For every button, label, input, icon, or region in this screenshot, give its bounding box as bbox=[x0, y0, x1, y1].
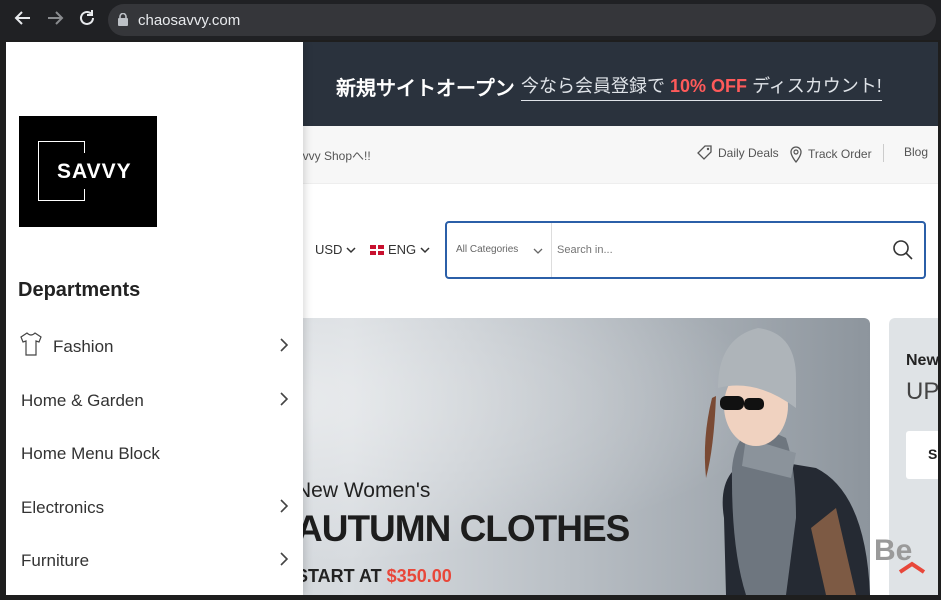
address-bar[interactable]: chaosavvy.com bbox=[108, 4, 936, 36]
page-viewport: 新規サイトオープン 今なら会員登録で 10% OFF ディスカウント! avvy… bbox=[6, 42, 938, 595]
category-select-label: All Categories bbox=[456, 244, 519, 255]
departments-drawer: SAVVY Departments Fashion Home & Garden … bbox=[6, 42, 303, 595]
menu-item-label: Electronics bbox=[21, 498, 105, 517]
menu-item-furniture[interactable]: Furniture bbox=[6, 541, 303, 581]
logo-frame-tick-top bbox=[84, 141, 85, 153]
url-text: chaosavvy.com bbox=[138, 12, 241, 29]
chevron-right-icon bbox=[280, 499, 289, 513]
chevron-down-icon bbox=[420, 246, 430, 253]
search-icon[interactable] bbox=[892, 239, 914, 261]
lock-icon bbox=[118, 13, 128, 26]
browser-toolbar: chaosavvy.com bbox=[0, 0, 941, 40]
track-order-link[interactable]: Track Order bbox=[789, 145, 872, 163]
currency-selector[interactable]: USD bbox=[315, 242, 356, 257]
departments-title: Departments bbox=[18, 279, 141, 301]
menu-item-label: Home Menu Block bbox=[21, 444, 160, 463]
savvy-logo[interactable]: SAVVY bbox=[19, 116, 157, 227]
menu-item-label: Furniture bbox=[21, 551, 90, 570]
promo-offer-link[interactable]: 今なら会員登録で 10% OFF ディスカウント! bbox=[521, 72, 882, 101]
menu-item-electronics[interactable]: Electronics bbox=[6, 488, 303, 528]
uk-flag-icon bbox=[370, 244, 384, 255]
tshirt-icon bbox=[20, 332, 42, 356]
menu-item-home-menu-block[interactable]: Home Menu Block bbox=[6, 434, 303, 474]
currency-label: USD bbox=[315, 242, 343, 257]
chevron-down-icon bbox=[533, 248, 543, 254]
watermark-logo: Be bbox=[874, 534, 926, 574]
menu-item-fashion[interactable]: Fashion bbox=[6, 327, 303, 367]
banner-subtitle: New Women's bbox=[296, 479, 431, 502]
search-input[interactable] bbox=[557, 239, 877, 261]
welcome-text: avvy Shopへ!! bbox=[296, 149, 371, 163]
side-card-button[interactable]: S bbox=[906, 431, 938, 479]
menu-item-label: Fashion bbox=[53, 337, 114, 356]
location-pin-icon bbox=[790, 146, 802, 163]
tag-icon bbox=[697, 145, 712, 160]
chevron-right-icon bbox=[280, 338, 289, 352]
logo-text: SAVVY bbox=[55, 160, 134, 184]
chevron-down-icon bbox=[346, 246, 356, 253]
category-select[interactable]: All Categories bbox=[447, 223, 552, 277]
banner-title: AUTUMN CLOTHES bbox=[296, 508, 630, 549]
logo-frame-tick-bottom bbox=[84, 189, 85, 201]
side-card-heading: New bbox=[906, 352, 938, 369]
chevron-right-icon bbox=[280, 552, 289, 566]
promo-title: 新規サイトオープン bbox=[336, 78, 515, 100]
banner-price-prefix: START AT bbox=[296, 566, 382, 586]
promo-offer-highlight: 10% OFF bbox=[670, 76, 748, 96]
search-form: All Categories bbox=[445, 221, 926, 279]
menu-item-home-garden[interactable]: Home & Garden bbox=[6, 381, 303, 421]
forward-arrow-icon[interactable] bbox=[44, 9, 66, 31]
reload-icon[interactable] bbox=[76, 9, 98, 31]
banner-price: $350.00 bbox=[386, 566, 452, 586]
language-label: ENG bbox=[388, 242, 417, 257]
side-card-subheading: UP bbox=[906, 378, 938, 405]
promo-offer-prefix: 今なら会員登録で bbox=[521, 76, 665, 96]
chevron-right-icon bbox=[280, 392, 289, 406]
banner-price-line: START AT $350.00 bbox=[296, 566, 452, 587]
divider bbox=[883, 144, 884, 162]
track-order-label: Track Order bbox=[808, 147, 872, 161]
model-photo bbox=[704, 328, 870, 595]
language-selector[interactable]: ENG bbox=[370, 242, 430, 257]
menu-item-label: Home & Garden bbox=[21, 391, 144, 410]
back-arrow-icon[interactable] bbox=[12, 9, 34, 31]
blog-link[interactable]: Blog bbox=[904, 145, 928, 159]
promo-offer-suffix: ディスカウント! bbox=[752, 76, 882, 96]
daily-deals-label: Daily Deals bbox=[718, 146, 779, 160]
watermark-text: Be bbox=[874, 534, 912, 567]
daily-deals-link[interactable]: Daily Deals bbox=[697, 145, 779, 161]
blog-label: Blog bbox=[904, 145, 929, 159]
